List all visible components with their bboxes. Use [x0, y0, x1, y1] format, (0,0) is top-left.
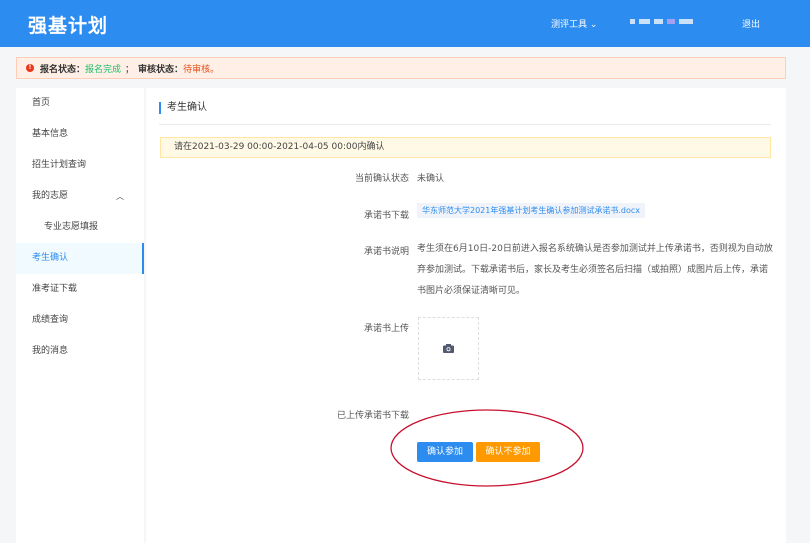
decline-attend-button[interactable]: 确认不参加 — [476, 442, 540, 462]
chevron-up-icon: ︿ — [116, 192, 124, 201]
sidebar-item-messages[interactable]: 我的消息 — [16, 336, 144, 367]
separator: ； — [125, 64, 135, 75]
upload-label: 承诺书上传 — [363, 324, 409, 334]
nav-label: 基本信息 — [32, 129, 69, 139]
tools-label: 测评工具 — [551, 20, 588, 30]
sidebar-item-my-choices[interactable]: 我的志愿 ︿ — [16, 181, 144, 212]
camera-icon — [443, 344, 454, 353]
sidebar: 首页 基本信息 招生计划查询 我的志愿 ︿ 专业志愿填报 考生确认 准考证下载 成… — [16, 88, 144, 543]
review-status-label: 审核状态： — [138, 64, 184, 75]
tools-dropdown[interactable]: 测评工具 ⌄ — [551, 17, 597, 30]
user-name-redacted[interactable] — [630, 19, 693, 24]
status-value: 未确认 — [417, 174, 445, 184]
uploaded-download-label: 已上传承诺书下载 — [336, 411, 409, 421]
nav-label: 我的志愿 — [32, 191, 69, 201]
desc-label: 承诺书说明 — [363, 247, 409, 257]
sidebar-item-basic-info[interactable]: 基本信息 — [16, 119, 144, 150]
chevron-down-icon: ⌄ — [589, 20, 598, 30]
pledge-download-link[interactable]: 华东师范大学2021年强基计划考生确认参加测试承诺书.docx — [417, 203, 646, 218]
logout-link[interactable]: 退出 — [742, 17, 760, 30]
sidebar-item-scores[interactable]: 成绩查询 — [16, 305, 144, 336]
reg-status-label: 报名状态： — [40, 64, 86, 75]
reg-status-value: 报名完成 — [85, 64, 122, 75]
status-label: 当前确认状态 — [354, 174, 409, 184]
sidebar-item-home[interactable]: 首页 — [16, 88, 144, 119]
confirm-attend-button[interactable]: 确认参加 — [417, 442, 473, 462]
review-status-value: 待审核。 — [183, 64, 220, 75]
sidebar-item-confirm[interactable]: 考生确认 — [16, 243, 144, 274]
top-header: 强基计划 测评工具 ⌄ 退出 — [0, 0, 810, 47]
deadline-notice: 请在2021-03-29 00:00-2021-04-05 00:00内确认 — [160, 137, 771, 158]
sidebar-item-major-choices[interactable]: 专业志愿填报 — [16, 212, 144, 243]
nav-label: 我的消息 — [32, 346, 69, 356]
nav-label: 招生计划查询 — [32, 160, 87, 170]
page-title: 考生确认 — [159, 102, 207, 114]
nav-label: 成绩查询 — [32, 315, 69, 325]
sidebar-item-admission-ticket[interactable]: 准考证下载 — [16, 274, 144, 305]
nav-label: 考生确认 — [32, 253, 69, 263]
divider — [159, 124, 771, 125]
nav-label: 首页 — [32, 98, 51, 108]
pledge-description: 考生须在6月10日-20日前进入报名系统确认是否参加测试并上传承诺书，否则视为自… — [417, 244, 773, 296]
status-alert: ! 报名状态： 报名完成 ； 审核状态： 待审核。 — [16, 57, 786, 79]
main-panel: 考生确认 请在2021-03-29 00:00-2021-04-05 00:00… — [146, 88, 786, 543]
logo: 强基计划 — [28, 15, 109, 37]
upload-box[interactable] — [418, 317, 479, 380]
nav-label: 专业志愿填报 — [44, 222, 99, 232]
sidebar-item-plan-query[interactable]: 招生计划查询 — [16, 150, 144, 181]
download-label: 承诺书下载 — [363, 211, 409, 221]
nav-label: 准考证下载 — [32, 284, 78, 294]
alert-icon: ! — [26, 64, 34, 72]
